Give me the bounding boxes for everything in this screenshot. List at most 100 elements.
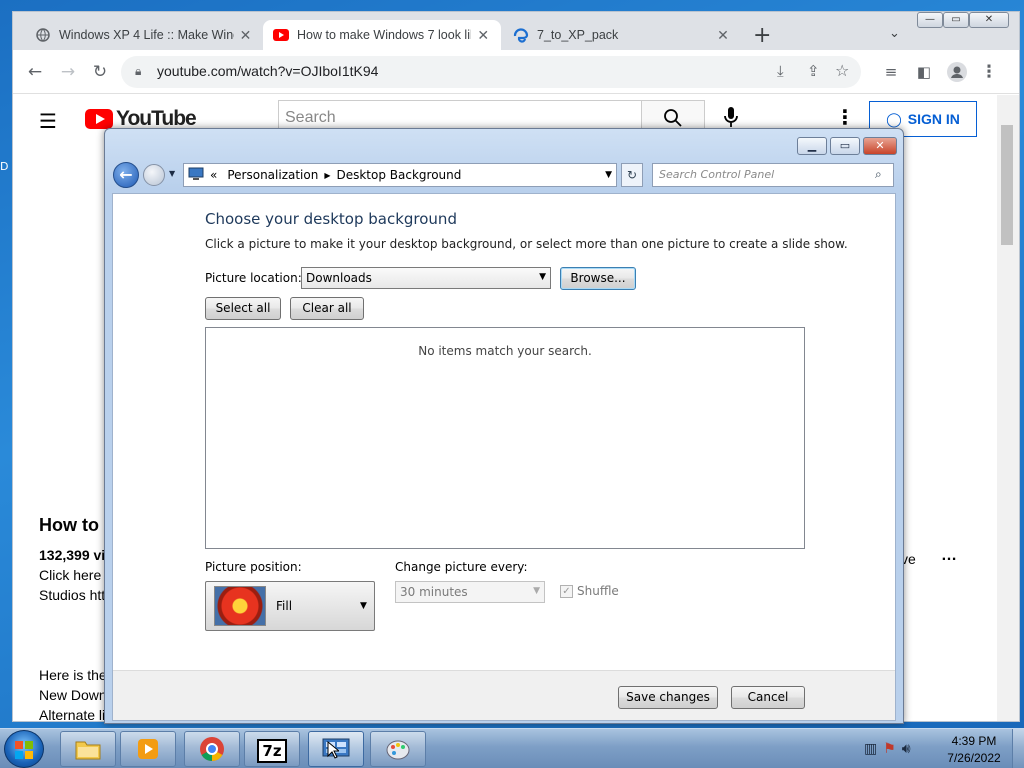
show-desktop-button[interactable] [1012, 729, 1024, 768]
network-icon[interactable]: ▥ [864, 741, 883, 757]
tab-7-to-xp-pack[interactable]: 7_to_XP_pack ✕ [503, 20, 741, 50]
close-window-button[interactable]: ✕ [863, 137, 897, 155]
hamburger-menu-icon[interactable]: ☰ [39, 109, 57, 133]
save-changes-button[interactable]: Save changes [618, 686, 718, 709]
edge-icon [513, 27, 529, 43]
select-all-button[interactable]: Select all [205, 297, 281, 320]
reload-icon[interactable]: ↻ [88, 60, 112, 84]
start-button[interactable] [4, 730, 44, 768]
search-control-panel-input[interactable]: Search Control Panel [652, 163, 894, 187]
profile-avatar-icon[interactable] [945, 60, 969, 84]
control-panel-content: Choose your desktop background Click a p… [112, 193, 896, 721]
clear-all-button[interactable]: Clear all [290, 297, 364, 320]
media-player-icon[interactable] [120, 731, 176, 767]
picture-location-select[interactable]: Downloads ▼ [301, 267, 551, 289]
tab-windows-xp-4-life[interactable]: Windows XP 4 Life :: Make Windo ✕ [25, 20, 263, 50]
wallpaper-thumbnail [214, 586, 266, 626]
breadcrumb[interactable]: « Personalization ▶ Desktop Background ▼ [183, 163, 617, 187]
cancel-button[interactable]: Cancel [731, 686, 805, 709]
breadcrumb-overflow[interactable]: « [210, 168, 217, 182]
account-icon: ◯ [886, 111, 902, 127]
description-line: Here is the [39, 667, 107, 683]
mouse-cursor-icon [327, 740, 341, 763]
tab-title: 7_to_XP_pack [537, 28, 619, 42]
back-icon[interactable]: ← [23, 60, 47, 84]
picture-list[interactable]: No items match your search. [205, 327, 805, 549]
close-window-button[interactable]: ✕ [969, 12, 1009, 28]
empty-message: No items match your search. [418, 344, 592, 358]
change-picture-select[interactable]: 30 minutes ▼ [395, 581, 545, 603]
7zip-icon[interactable]: 7z [244, 731, 300, 767]
forward-icon[interactable]: → [56, 60, 80, 84]
forward-arrow-icon[interactable] [143, 164, 165, 186]
search-icon[interactable]: ⌕ [875, 167, 882, 182]
paint-icon[interactable] [370, 731, 426, 767]
picture-position-select[interactable]: Fill ▼ [205, 581, 375, 631]
action-center-flag-icon[interactable]: ⚑ [883, 741, 902, 757]
breadcrumb-desktop-background[interactable]: Desktop Background [336, 168, 461, 182]
breadcrumb-personalization[interactable]: Personalization [227, 168, 318, 182]
address-dropdown-icon[interactable]: ▼ [605, 170, 612, 180]
dialog-footer: Save changes Cancel [113, 670, 895, 720]
description-line: Click here f [39, 567, 110, 583]
recent-pages-icon[interactable]: ▼ [169, 169, 175, 178]
more-actions-icon[interactable]: … [941, 547, 957, 565]
close-tab-icon[interactable]: ✕ [715, 27, 731, 44]
browse-button[interactable]: Browse... [560, 267, 636, 290]
maximize-button[interactable]: ▭ [830, 137, 860, 155]
view-count: 132,399 vi [39, 547, 106, 563]
back-arrow-icon[interactable]: ← [113, 162, 139, 188]
close-tab-icon[interactable]: ✕ [238, 27, 253, 44]
reading-list-icon[interactable]: ≡ [879, 60, 903, 84]
minimize-button[interactable]: ▁ [797, 137, 827, 155]
side-panel-icon[interactable]: ◧ [912, 60, 936, 84]
breadcrumb-separator-icon: ▶ [324, 170, 331, 180]
change-picture-value: 30 minutes [400, 585, 468, 599]
chrome-menu-icon[interactable]: ⋮ [977, 60, 1001, 84]
lock-icon: 🔒︎ [135, 64, 142, 78]
youtube-icon [273, 27, 289, 43]
picture-position-label: Picture position: [205, 560, 302, 574]
volume-icon[interactable]: 🔊︎ [902, 741, 917, 757]
clock-time[interactable]: 4:39 PM [944, 734, 1004, 748]
close-tab-icon[interactable]: ✕ [475, 27, 491, 44]
system-tray: ▥⚑🔊︎ [864, 741, 917, 757]
tab-strip: Windows XP 4 Life :: Make Windo ✕ How to… [13, 12, 1019, 50]
tab-youtube-video[interactable]: How to make Windows 7 look lik ✕ [263, 20, 501, 50]
maximize-button[interactable]: ▭ [943, 12, 969, 28]
bookmark-star-icon[interactable]: ☆ [835, 61, 849, 80]
tab-title: Windows XP 4 Life :: Make Windo [59, 28, 235, 42]
page-scrollbar[interactable] [997, 95, 1019, 721]
chrome-icon[interactable] [184, 731, 240, 767]
refresh-icon[interactable]: ↻ [621, 163, 643, 187]
description-line: New Down [39, 687, 107, 703]
taskbar: 7z ▥⚑🔊︎ 4:39 PM 7/26/2022 [0, 728, 1024, 768]
youtube-settings-icon[interactable]: ⋮ [835, 105, 855, 129]
scrollbar-thumb[interactable] [1001, 125, 1013, 245]
url-text: youtube.com/watch?v=OJIboI1tK94 [157, 63, 379, 79]
chevron-down-icon: ▼ [533, 586, 540, 596]
control-panel-icon [188, 167, 204, 184]
page-title: Choose your desktop background [205, 210, 457, 228]
browser-toolbar: ← → ↻ 🔒︎ youtube.com/watch?v=OJIboI1tK94… [13, 50, 1019, 94]
tab-search-icon[interactable]: ⌄ [889, 26, 900, 41]
globe-icon [35, 27, 51, 43]
shuffle-checkbox[interactable]: ✓ [560, 585, 573, 598]
new-tab-button[interactable]: + [753, 25, 771, 47]
youtube-play-icon [85, 109, 113, 129]
explorer-icon[interactable] [60, 731, 116, 767]
picture-location-label: Picture location: [205, 271, 302, 285]
address-bar[interactable]: 🔒︎ youtube.com/watch?v=OJIboI1tK94 ⤓ ⇪ ☆ [121, 56, 861, 88]
share-icon[interactable]: ⇪ [807, 62, 820, 80]
install-icon[interactable]: ⤓ [777, 62, 784, 80]
control-panel-window: ▁ ▭ ✕ ← ▼ « Personalization ▶ Desktop Ba… [104, 128, 904, 724]
minimize-button[interactable]: — [917, 12, 943, 28]
clock-date[interactable]: 7/26/2022 [944, 751, 1004, 765]
tab-title: How to make Windows 7 look lik [297, 28, 472, 42]
7zip-label: 7z [257, 739, 287, 763]
sign-in-label: SIGN IN [907, 111, 960, 127]
chevron-down-icon: ▼ [539, 272, 546, 282]
shuffle-label: Shuffle [577, 584, 619, 598]
change-picture-label: Change picture every: [395, 560, 528, 574]
description-line: Alternate li [39, 707, 106, 721]
